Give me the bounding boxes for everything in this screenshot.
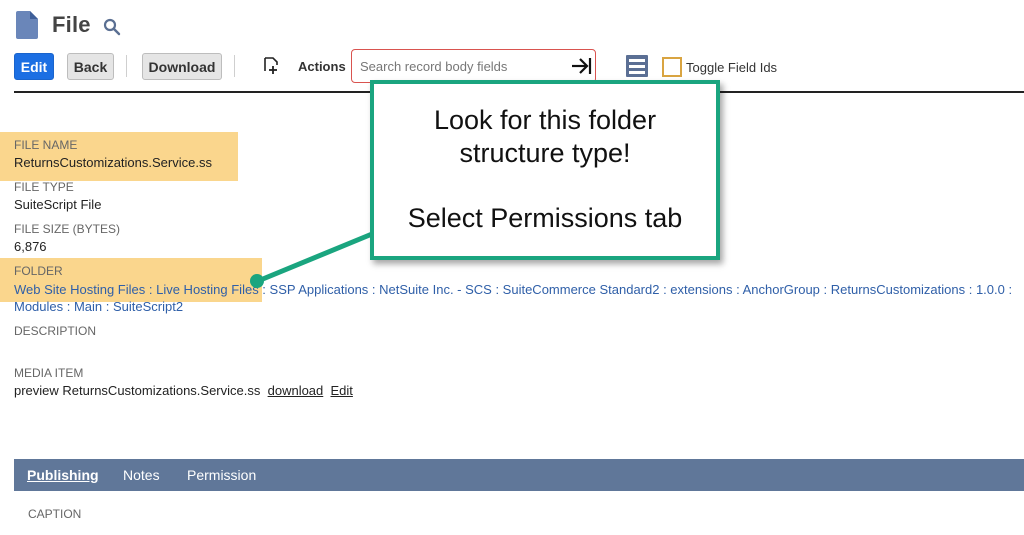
download-button[interactable]: Download	[142, 53, 222, 80]
file-name-value: ReturnsCustomizations.Service.ss	[14, 155, 212, 170]
actions-icon[interactable]	[262, 57, 280, 75]
layout-icon[interactable]	[625, 54, 649, 78]
record-search-input[interactable]	[360, 56, 560, 76]
annotation-callout: Look for this folder structure type! Sel…	[370, 80, 720, 260]
media-item-value: preview ReturnsCustomizations.Service.ss…	[14, 383, 353, 398]
toggle-field-ids-checkbox[interactable]	[662, 57, 682, 77]
search-icon[interactable]	[103, 18, 121, 36]
tab-notes[interactable]: Notes	[123, 467, 160, 483]
media-item-label: MEDIA ITEM	[14, 366, 84, 380]
toggle-field-ids-label: Toggle Field Ids	[686, 59, 778, 75]
file-size-label: FILE SIZE (BYTES)	[14, 222, 121, 236]
toolbar-divider	[126, 55, 127, 77]
tab-permission[interactable]: Permission	[187, 467, 256, 483]
media-item-preview-text: preview ReturnsCustomizations.Service.ss	[14, 383, 261, 398]
subtab-bar: Publishing Notes Permission	[14, 459, 1024, 491]
document-icon	[16, 11, 38, 39]
tab-publishing[interactable]: Publishing	[27, 467, 99, 483]
file-size-value: 6,876	[14, 239, 47, 254]
file-type-value: SuiteScript File	[14, 197, 102, 212]
actions-menu[interactable]: Actions	[298, 59, 346, 74]
file-type-label: FILE TYPE	[14, 180, 74, 194]
folder-path-link[interactable]: Web Site Hosting Files : Live Hosting Fi…	[14, 282, 1012, 297]
arrow-right-icon[interactable]	[569, 54, 593, 78]
media-edit-link[interactable]: Edit	[331, 383, 353, 398]
callout-line-1: Look for this folder	[433, 105, 657, 135]
callout-line-2: structure type!	[459, 138, 631, 168]
caption-label: CAPTION	[28, 507, 82, 521]
page-header: File	[16, 10, 121, 40]
folder-path-link-continued[interactable]: Modules : Main : SuiteScript2	[14, 299, 183, 314]
description-label: DESCRIPTION	[14, 324, 97, 338]
toggle-field-ids[interactable]: Toggle Field Ids	[662, 57, 777, 77]
toolbar-divider	[234, 55, 235, 77]
record-search-box	[351, 49, 596, 83]
back-button[interactable]: Back	[67, 53, 114, 80]
media-download-link[interactable]: download	[268, 383, 324, 398]
callout-line-3: Select Permissions tab	[407, 203, 683, 233]
folder-label: FOLDER	[14, 264, 63, 278]
edit-button[interactable]: Edit	[14, 53, 54, 80]
page-title: File	[52, 12, 91, 37]
file-name-label: FILE NAME	[14, 138, 78, 152]
toolbar: Edit Back Download Actions Toggle Field …	[14, 49, 1014, 83]
